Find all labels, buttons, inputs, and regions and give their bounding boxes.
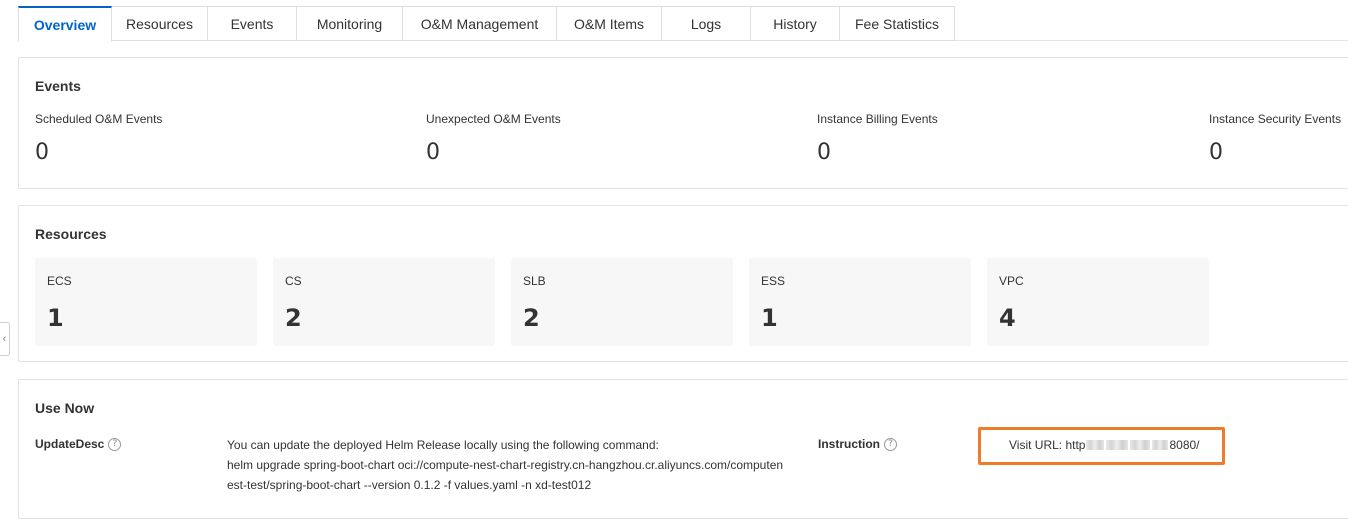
redacted-segment <box>1152 440 1169 450</box>
question-circle-icon[interactable]: ? <box>884 437 897 451</box>
event-stat-label: Instance Billing Events <box>817 112 938 126</box>
tab-bar: Overview Resources Events Monitoring O&M… <box>18 6 1348 42</box>
tab-resources[interactable]: Resources <box>112 6 208 41</box>
event-stat-label: Unexpected O&M Events <box>426 112 561 126</box>
event-stat-scheduled: Scheduled O&M Events 0 <box>35 112 162 165</box>
update-desc-label: UpdateDesc <box>35 437 105 451</box>
update-desc-key: UpdateDesc ? <box>35 437 122 451</box>
resource-card-cs[interactable]: CS 2 <box>273 258 495 346</box>
tab-om-items[interactable]: O&M Items <box>557 6 662 41</box>
event-stat-value: 0 <box>817 140 831 165</box>
event-stat-billing: Instance Billing Events 0 <box>817 112 938 165</box>
tab-fee-statistics[interactable]: Fee Statistics <box>840 6 955 41</box>
chevron-left-icon: ‹ <box>2 333 7 345</box>
visit-url[interactable]: Visit URL: http 8080/ <box>1009 438 1200 452</box>
event-stat-label: Scheduled O&M Events <box>35 112 163 126</box>
resource-count: 4 <box>999 304 1016 332</box>
resource-count: 1 <box>761 304 778 332</box>
event-stat-value: 0 <box>1209 140 1223 165</box>
resource-label: ECS <box>47 274 72 288</box>
redacted-segment <box>1106 440 1129 450</box>
sidebar-collapse-toggle[interactable]: ‹ <box>0 322 10 356</box>
update-desc-line: est-test/spring-boot-chart --version 0.1… <box>227 478 592 492</box>
question-circle-icon[interactable]: ? <box>108 437 122 451</box>
update-desc-line: helm upgrade spring-boot-chart oci://com… <box>227 458 784 472</box>
tab-overview[interactable]: Overview <box>18 6 112 42</box>
event-stat-value: 0 <box>35 140 49 165</box>
event-stat-value: 0 <box>426 140 440 165</box>
resources-panel: Resources ECS 1 CS 2 SLB 2 ESS 1 VPC 4 <box>18 205 1348 362</box>
resource-count: 1 <box>47 304 64 332</box>
event-stat-label: Instance Security Events <box>1209 112 1342 126</box>
tab-history[interactable]: History <box>751 6 840 41</box>
tab-monitoring[interactable]: Monitoring <box>297 6 403 41</box>
tab-om-management[interactable]: O&M Management <box>403 6 557 41</box>
instruction-key: Instruction ? <box>818 437 897 451</box>
resource-card-ecs[interactable]: ECS 1 <box>35 258 257 346</box>
instruction-label: Instruction <box>818 437 880 451</box>
tab-events[interactable]: Events <box>208 6 297 41</box>
resource-count: 2 <box>523 304 540 332</box>
resource-label: ESS <box>761 274 786 288</box>
resources-title: Resources <box>35 226 107 242</box>
resource-card-ess[interactable]: ESS 1 <box>749 258 971 346</box>
events-title: Events <box>35 78 81 94</box>
event-stat-unexpected: Unexpected O&M Events 0 <box>426 112 561 165</box>
visit-url-suffix: 8080/ <box>1169 438 1200 452</box>
redacted-segment <box>1130 440 1151 450</box>
redacted-segment <box>1086 440 1105 450</box>
resource-card-vpc[interactable]: VPC 4 <box>987 258 1209 346</box>
events-panel: Events Scheduled O&M Events 0 Unexpected… <box>18 57 1348 189</box>
use-now-panel: Use Now UpdateDesc ? You can update the … <box>18 379 1348 519</box>
event-stat-security: Instance Security Events 0 <box>1209 112 1341 165</box>
resource-card-slb[interactable]: SLB 2 <box>511 258 733 346</box>
use-now-title: Use Now <box>35 400 95 416</box>
tab-logs[interactable]: Logs <box>662 6 751 41</box>
visit-url-highlight: Visit URL: http 8080/ <box>978 427 1225 465</box>
resource-label: SLB <box>523 274 546 288</box>
update-desc-value: You can update the deployed Helm Release… <box>227 435 799 495</box>
resource-count: 2 <box>285 304 302 332</box>
resource-label: CS <box>285 274 302 288</box>
visit-url-prefix: Visit URL: http <box>1009 438 1086 452</box>
resource-label: VPC <box>999 274 1024 288</box>
update-desc-line: You can update the deployed Helm Release… <box>227 438 659 452</box>
